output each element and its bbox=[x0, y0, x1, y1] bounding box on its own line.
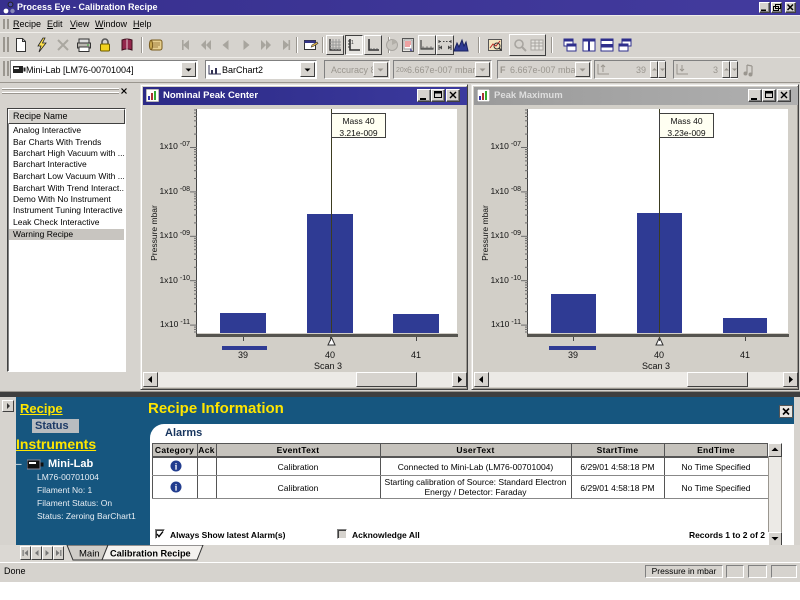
svg-text:Main: Main bbox=[79, 549, 100, 560]
svg-text:F: F bbox=[500, 65, 506, 75]
svg-text:1: 1 bbox=[351, 40, 354, 46]
svg-text:Calibration Recipe: Calibration Recipe bbox=[110, 549, 191, 559]
